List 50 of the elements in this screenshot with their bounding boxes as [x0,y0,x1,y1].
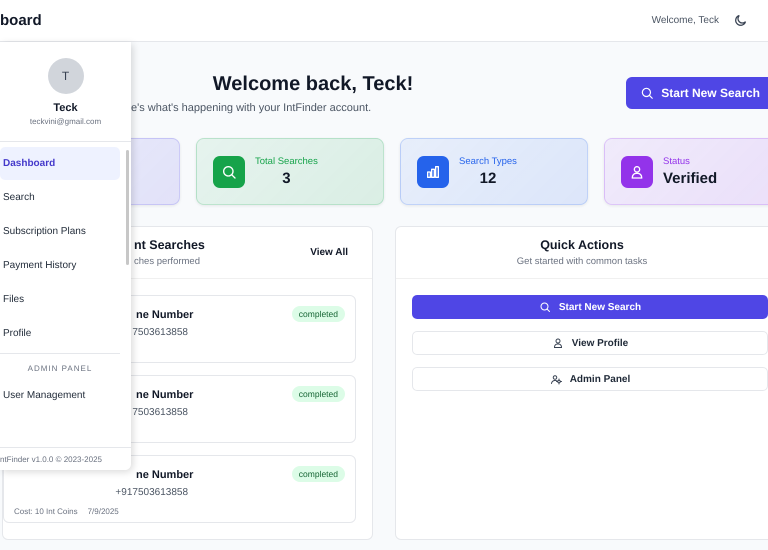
user-icon [629,164,645,180]
phone-number: 7503613858 [132,407,188,418]
action-button[interactable]: View Profile [412,331,768,355]
result-title: ne Number [136,309,194,321]
stat-value: 3 [281,170,292,187]
user-name: Teck [53,102,78,114]
action-button[interactable]: Admin Panel [412,367,768,391]
result-title: ne Number [136,469,194,481]
stat-value: Verified [663,170,718,187]
card-subtitle: Get started with common tasks [516,256,648,267]
status-badge: completed [292,386,345,402]
card-subtitle: ches performed [134,256,202,267]
nav-item[interactable]: User Management [0,379,120,412]
stat-value: 12 [478,170,498,187]
welcome-heading: Welcome back, Teck! [212,72,414,96]
version-text: ntFinder v1.0.0 © 2023-2025 [0,454,102,464]
card-title: Quick Actions [540,238,624,252]
nav-item[interactable]: Profile [0,317,120,350]
section-label: ADMIN PANEL [0,353,120,379]
moon-icon[interactable] [733,13,748,28]
card-title: nt Searches [134,238,205,252]
cost-text: Cost: 10 Int Coins [14,507,78,516]
status-badge: completed [292,306,345,322]
nav-item[interactable]: Dashboard [0,147,120,180]
stat-label: Status [663,156,691,167]
search-icon [640,86,654,100]
stat-label: Total Searches [255,156,318,167]
stat-label: Search Types [459,156,517,167]
phone-number: +917503613858 [115,487,188,498]
date-text: 7/9/2025 [88,507,119,516]
avatar: T [48,58,84,94]
nav-item[interactable]: Payment History [0,249,120,282]
nav-item[interactable]: Search [0,181,120,214]
search-icon [221,164,237,180]
welcome-text: Welcome, Teck [652,15,719,26]
welcome-subtitle: e's what's happening with your IntFinder account. [131,102,372,114]
user-gear-icon [550,373,562,385]
status-badge: completed [292,466,345,482]
view-all-link[interactable]: View All [308,245,350,260]
search-icon [538,301,551,313]
start-search-button[interactable]: Start New Search [626,77,768,109]
user-email: teckvini@gmail.com [30,117,102,126]
scrollbar[interactable] [126,150,129,265]
action-button[interactable]: Start New Search [412,295,768,319]
user-icon [552,337,564,349]
nav-item[interactable]: Subscription Plans [0,215,120,248]
phone-number: 7503613858 [132,327,188,338]
page-title: board [0,12,42,29]
result-title: ne Number [136,389,194,401]
bar-chart-icon [425,164,441,180]
